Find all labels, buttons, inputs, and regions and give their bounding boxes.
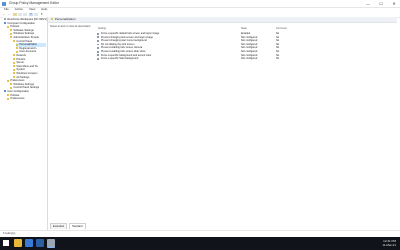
view-tabs: Extended Standard — [48, 223, 86, 229]
tree-item-label: Server — [16, 61, 25, 65]
clock-date: 11-Mar-21 — [382, 243, 396, 247]
setting-row[interactable]: Force a specific Start background Not con… — [96, 57, 396, 60]
start-button[interactable] — [3, 240, 9, 246]
tab-extended[interactable]: Extended — [50, 223, 67, 229]
back-icon[interactable]: ← — [2, 12, 6, 17]
tree-item-label: Windows Compon — [16, 72, 38, 75]
system-clock[interactable]: 12:41 PM 11-Mar-21 — [382, 237, 396, 247]
tree-item-label: Policies — [10, 25, 20, 29]
description-text: Select an item to view its description. — [50, 25, 91, 28]
help-icon[interactable]: ? — [29, 12, 33, 17]
maximize-button[interactable]: ☐ — [375, 0, 387, 7]
folder-title: Personalization — [54, 17, 76, 21]
policy-setting-icon — [97, 57, 99, 60]
policy-setting-icon — [97, 54, 99, 57]
window-title: Group Policy Management Editor — [9, 1, 59, 5]
file-explorer-icon[interactable] — [14, 239, 22, 247]
navigation-tree: Restrictive Workspace [DC-SRV1] Computer… — [3, 17, 48, 230]
policy-setting-icon — [97, 36, 99, 39]
setting-comment: No — [276, 57, 280, 61]
minimize-button[interactable]: — — [362, 0, 374, 7]
properties-icon[interactable] — [34, 12, 38, 17]
setting-name: Force a specific Start background — [101, 57, 139, 61]
policy-setting-icon — [97, 47, 99, 49]
export-icon[interactable] — [23, 12, 27, 17]
tree-item-label: User Configuration — [7, 90, 30, 93]
column-header-setting[interactable]: Setting — [98, 27, 106, 30]
tree-item-label: Control Panel Settings — [13, 86, 40, 90]
forward-icon[interactable]: → — [7, 12, 11, 17]
tree-item-label: Administrative Templa — [13, 36, 39, 39]
policy-setting-icon — [97, 39, 99, 42]
windows-logo-icon — [6, 243, 9, 246]
tree-item-label: Network — [16, 54, 26, 57]
server-manager-icon[interactable] — [25, 239, 33, 247]
setting-state: Not configured — [241, 57, 258, 61]
tree-item-label: Restrictive Workspace [DC-SRV1] — [7, 18, 47, 21]
policy-setting-icon — [97, 32, 99, 35]
folder-header: Personalization — [48, 17, 397, 23]
up-icon[interactable] — [13, 12, 17, 17]
tree-item-label: Personalization — [19, 43, 38, 47]
policy-setting-icon — [97, 43, 99, 46]
group-policy-icon[interactable] — [47, 239, 55, 248]
taskbar: 12:41 PM 11-Mar-21 — [0, 237, 400, 250]
filter-icon[interactable]: ▼ — [40, 12, 44, 17]
tree-item-label: User Accounts — [19, 50, 37, 54]
column-header-comment[interactable]: Comment — [276, 27, 287, 30]
tab-standard[interactable]: Standard — [68, 223, 86, 229]
policy-setting-icon — [97, 50, 99, 53]
details-panel: Personalization Select an item to view i… — [48, 17, 397, 230]
tree-item-label: Windows Settings — [13, 32, 35, 36]
status-bar: 8 setting(s) — [0, 230, 400, 236]
tree-item-user-preferences[interactable]: Preferences — [7, 97, 24, 101]
folder-icon — [51, 18, 54, 21]
column-header-state[interactable]: State — [241, 27, 247, 30]
close-button[interactable]: ✕ — [388, 0, 400, 7]
show-hide-icon[interactable] — [18, 12, 22, 17]
status-text: 8 setting(s) — [3, 232, 16, 235]
powershell-icon[interactable] — [36, 239, 44, 247]
group-policy-app-icon — [2, 1, 6, 6]
tree-item-label: System — [16, 68, 26, 72]
tree-item-label: Preferences — [10, 79, 25, 83]
tree-item-label: Preferences — [10, 97, 25, 101]
